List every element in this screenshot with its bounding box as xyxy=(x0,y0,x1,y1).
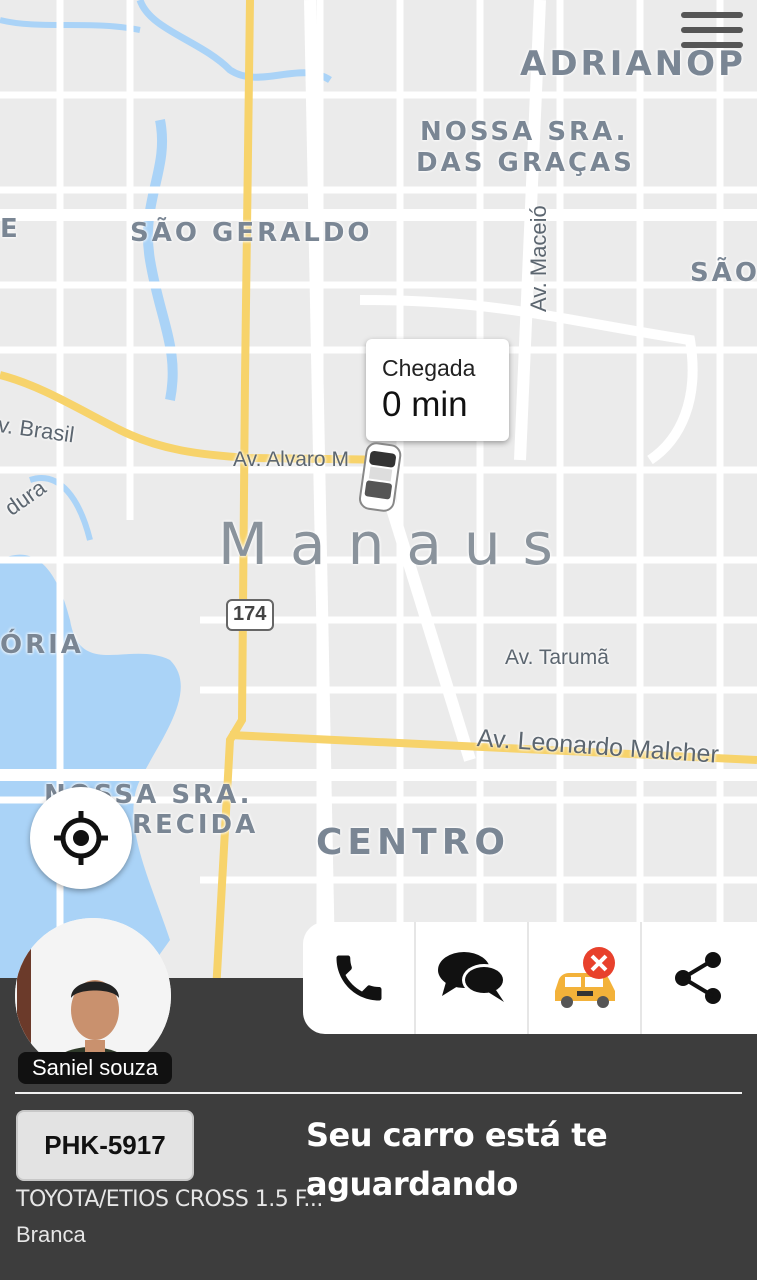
street-label-av-taruma: Av. Tarumã xyxy=(505,646,609,669)
vehicle-model: TOYOTA/ETIOS CROSS 1.5 F... xyxy=(16,1187,323,1212)
map-view[interactable]: ADRIANÓP NOSSA SRA. DAS GRAÇAS SÃO GERAL… xyxy=(0,0,757,1010)
district-label-oria: ÓRIA xyxy=(0,630,84,660)
phone-icon xyxy=(336,955,381,1001)
street-label-av-alvaro: Av. Alvaro M xyxy=(233,448,349,471)
crosshair-icon xyxy=(54,811,108,865)
share-button[interactable] xyxy=(642,922,755,1034)
driver-photo xyxy=(15,918,171,1074)
district-label-sao-geraldo: SÃO GERALDO xyxy=(130,218,373,248)
chat-button[interactable] xyxy=(416,922,529,1034)
cancel-ride-button[interactable] xyxy=(529,922,642,1034)
route-174-label: 174 xyxy=(233,603,267,625)
status-message: Seu carro está te aguardando xyxy=(306,1116,608,1203)
eta-value: 0 min xyxy=(382,385,468,424)
cancel-taxi-icon xyxy=(554,947,615,1008)
district-label-centro: CENTRO xyxy=(316,822,511,863)
street-label-av-maceio: Av. Maceió xyxy=(526,205,551,312)
city-label-manaus: Manaus xyxy=(218,510,575,578)
eta-title: Chegada xyxy=(382,355,476,381)
panel-divider xyxy=(15,1092,742,1094)
eta-bubble: Chegada 0 min xyxy=(366,339,509,441)
district-label-nossa-sra-aparecida-line2: RECIDA xyxy=(132,810,259,840)
driver-avatar xyxy=(15,918,171,1074)
license-plate: PHK-5917 xyxy=(16,1110,194,1181)
district-label-nossa-sra-gracas-line1: NOSSA SRA. xyxy=(420,117,629,147)
call-button[interactable] xyxy=(303,922,416,1034)
share-icon xyxy=(674,952,721,1004)
vehicle-color: Branca xyxy=(16,1222,86,1247)
my-location-button[interactable] xyxy=(30,787,132,889)
car-marker-icon xyxy=(359,442,402,512)
action-bar xyxy=(303,922,757,1034)
menu-icon[interactable] xyxy=(681,6,743,62)
driver-name: Saniel souza xyxy=(18,1052,172,1084)
district-label-sao: SÃO xyxy=(690,258,757,288)
district-label-e: E xyxy=(0,214,21,244)
chat-icon xyxy=(437,952,506,1002)
district-label-nossa-sra-gracas-line2: DAS GRAÇAS xyxy=(416,148,635,178)
